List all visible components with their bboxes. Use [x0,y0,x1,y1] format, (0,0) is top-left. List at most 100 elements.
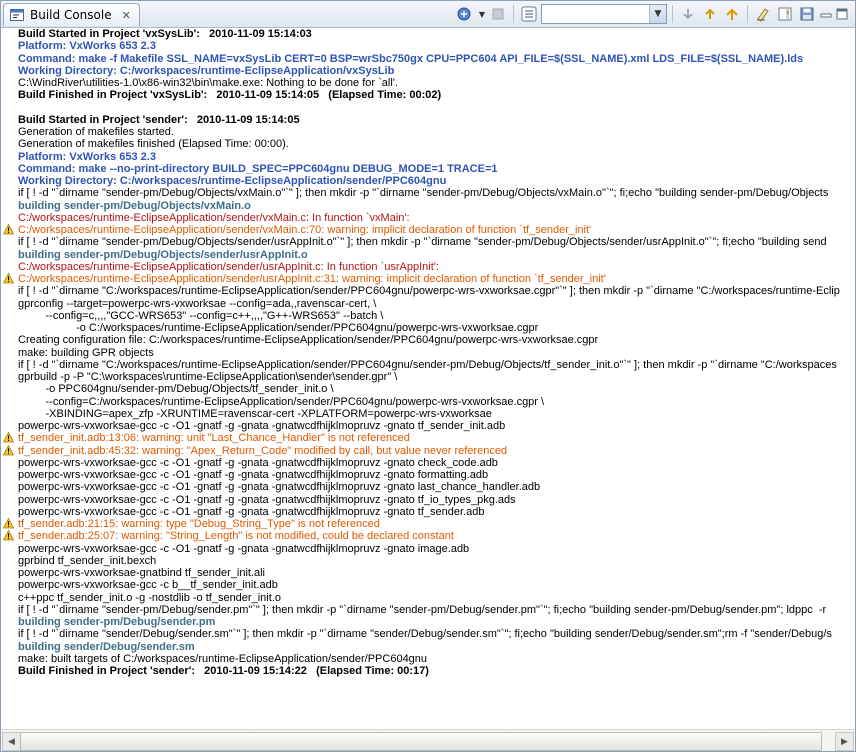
console-line: Platform: VxWorks 653 2.3 [18,151,855,163]
view-toolbar: ▼ ▼ [456,4,849,24]
console-line: if [ ! -d "`dirname "C:/workspaces/runti… [18,359,855,371]
console-line-text: -XBINDING=apex_zfp -XRUNTIME=ravenscar-c… [18,407,492,420]
console-line-text: powerpc-wrs-vxworksae-gcc -c -O1 -gnatf … [18,505,485,518]
console-line-text: Build Finished in Project 'vxSysLib': 20… [18,89,442,102]
console-line: powerpc-wrs-vxworksae-gcc -c -O1 -gnatf … [18,494,855,506]
console-line: Build Started in Project 'vxSysLib': 201… [18,28,855,40]
jump-to-problem-icon[interactable] [722,4,742,24]
console-line: C:\WindRiver\utilities-1.0\x86-win32\bin… [18,77,855,89]
console-line-text: tf_sender_init.adb:45:32: warning: "Apex… [18,444,508,457]
console-line: powerpc-wrs-vxworksae-gcc -c -O1 -gnatf … [18,543,855,555]
console-line: if [ ! -d "`dirname "sender-pm/Debug/Obj… [18,236,855,248]
console-line: if [ ! -d "`dirname "sender-pm/Debug/Obj… [18,187,855,199]
console-line: make: built targets of C:/workspaces/run… [18,653,855,665]
chevron-down-icon[interactable]: ▼ [649,5,666,23]
console-line: -o PPC604gnu/sender-pm/Debug/Objects/tf_… [18,383,855,395]
console-line-text: make: built targets of C:/workspaces/run… [18,652,428,665]
scroll-left-icon[interactable]: ◀ [2,732,21,751]
console-line-text: if [ ! -d "`dirname "C:/workspaces/runti… [18,285,840,298]
console-line-text: tf_sender.adb:21:15: warning: type "Debu… [18,518,380,530]
console-line-text: powerpc-wrs-vxworksae-gcc -c -O1 -gnatf … [18,493,516,506]
console-line: building sender/Debug/sender.sm [18,641,855,653]
console-line-text: Command: make -f Makefile SSL_NAME=vxSys… [18,52,804,65]
minimize-icon[interactable] [819,4,833,24]
console-line-text: building sender-pm/Debug/Objects/vxMain.… [18,199,251,212]
console-line: --config=C:/workspaces/runtime-EclipseAp… [18,396,855,408]
scroll-right-icon[interactable]: ▶ [835,732,854,751]
previous-problem-icon[interactable] [700,4,720,24]
console-line-text: powerpc-wrs-vxworksae-gnatbind tf_sender… [18,567,266,579]
console-line-text: Working Directory: C:/workspaces/runtime… [18,64,395,77]
horizontal-scrollbar[interactable]: ◀ ▶ [1,729,855,751]
console-line: gprbind tf_sender_init.bexch [18,555,855,567]
console-line-text: if [ ! -d "`dirname "sender-pm/Debug/sen… [18,603,827,616]
console-line: Working Directory: C:/workspaces/runtime… [18,65,855,77]
console-filter-combo[interactable]: ▼ [541,4,667,24]
console-line-text: tf_sender_init.adb:13:06: warning: unit … [18,432,410,445]
console-warning-line: tf_sender.adb:25:07: warning: "String_Le… [3,530,855,543]
console-line-text: --config=C:/workspaces/runtime-EclipseAp… [18,395,545,408]
console-line-text: powerpc-wrs-vxworksae-gcc -c b__tf_sende… [18,579,278,592]
clear-console-icon[interactable] [753,4,773,24]
tab-build-console[interactable]: Build Console ✕ [3,3,140,26]
scrollbar-thumb[interactable] [20,732,822,751]
build-console-selector-icon[interactable] [456,4,476,24]
console-line: powerpc-wrs-vxworksae-gcc -c -O1 -gnatf … [18,506,855,518]
console-warning-line: tf_sender_init.adb:13:06: warning: unit … [3,432,855,445]
console-line: building sender-pm/Debug/Objects/sender/… [18,249,855,261]
console-line-text: C:/workspaces/runtime-EclipseApplication… [18,260,439,273]
console-line: Build Finished in Project 'vxSysLib': 20… [18,89,855,101]
console-line-text: Platform: VxWorks 653 2.3 [18,150,156,163]
console-line-text: powerpc-wrs-vxworksae-gcc -c -O1 -gnatf … [18,481,541,494]
console-output[interactable]: Build Started in Project 'vxSysLib': 201… [1,28,855,729]
console-line-text: Platform: VxWorks 653 2.3 [18,40,156,53]
console-line-text: c++ppc tf_sender_init.o -g -nostdlib -o … [18,591,281,604]
warning-icon [3,518,14,529]
console-line-text: -o C:/workspaces/runtime-EclipseApplicat… [18,322,539,334]
stop-icon[interactable] [488,4,508,24]
console-line: powerpc-wrs-vxworksae-gcc -c -O1 -gnatf … [18,457,855,469]
build-console-view: Build Console ✕ ▼ ▼ Build Started in Pro… [0,0,856,752]
console-line-text: --config=c,,,,"GCC-WRS653" --config=c++,… [18,309,384,322]
next-problem-icon[interactable] [678,4,698,24]
console-line: Command: make -f Makefile SSL_NAME=vxSys… [18,53,855,65]
console-line: -XBINDING=apex_zfp -XRUNTIME=ravenscar-c… [18,408,855,420]
console-line-text: gprbuild -p -P "C:\workspaces\runtime-Ec… [18,371,398,383]
tab-title: Build Console [30,8,112,22]
console-line-text: gprconfig --target=powerpc-wrs-vxworksae… [18,297,377,310]
console-line-text: Generation of makefiles started. [18,126,174,138]
console-line: powerpc-wrs-vxworksae-gnatbind tf_sender… [18,567,855,579]
console-line: C:/workspaces/runtime-EclipseApplication… [18,261,855,273]
console-line-text: if [ ! -d "`dirname "sender-pm/Debug/Obj… [18,187,829,200]
console-line-text: powerpc-wrs-vxworksae-gcc -c -O1 -gnatf … [18,542,470,555]
close-icon[interactable]: ✕ [122,9,131,22]
console-line-text: gprbind tf_sender_init.bexch [18,554,157,567]
console-line: gprbuild -p -P "C:\workspaces\runtime-Ec… [18,371,855,383]
console-line-text: Generation of makefiles finished (Elapse… [18,138,289,151]
console-line-text: -o PPC604gnu/sender-pm/Debug/Objects/tf_… [18,383,334,396]
save-icon[interactable] [797,4,817,24]
chevron-down-icon[interactable]: ▼ [478,4,486,24]
console-line-text: tf_sender.adb:25:07: warning: "String_Le… [18,530,454,543]
console-line: Creating configuration file: C:/workspac… [18,334,855,346]
scroll-lock-icon[interactable] [775,4,795,24]
console-line: if [ ! -d "`dirname "sender/Debug/sender… [18,628,855,640]
warning-icon [3,432,14,443]
console-line: Build Started in Project 'sender': 2010-… [18,114,855,126]
console-line-text: Build Started in Project 'vxSysLib': 201… [18,28,312,40]
console-line-text: building sender-pm/Debug/sender.pm [18,616,216,628]
console-list-icon[interactable] [519,4,539,24]
console-line: building sender-pm/Debug/Objects/vxMain.… [18,200,855,212]
console-line: Generation of makefiles started. [18,126,855,138]
console-line-text: Build Started in Project 'sender': 2010-… [18,113,300,126]
console-line-text: if [ ! -d "`dirname "C:/workspaces/runti… [18,358,837,371]
warning-icon [3,444,14,455]
console-line: Build Finished in Project 'sender': 2010… [18,665,855,677]
console-line-text: Creating configuration file: C:/workspac… [18,334,599,347]
console-icon [10,9,24,21]
console-line-text: Command: make --no-print-directory BUILD… [18,162,498,175]
maximize-icon[interactable] [835,4,849,24]
console-line: c++ppc tf_sender_init.o -g -nostdlib -o … [18,592,855,604]
console-line-text: C:/workspaces/runtime-EclipseApplication… [18,211,410,224]
